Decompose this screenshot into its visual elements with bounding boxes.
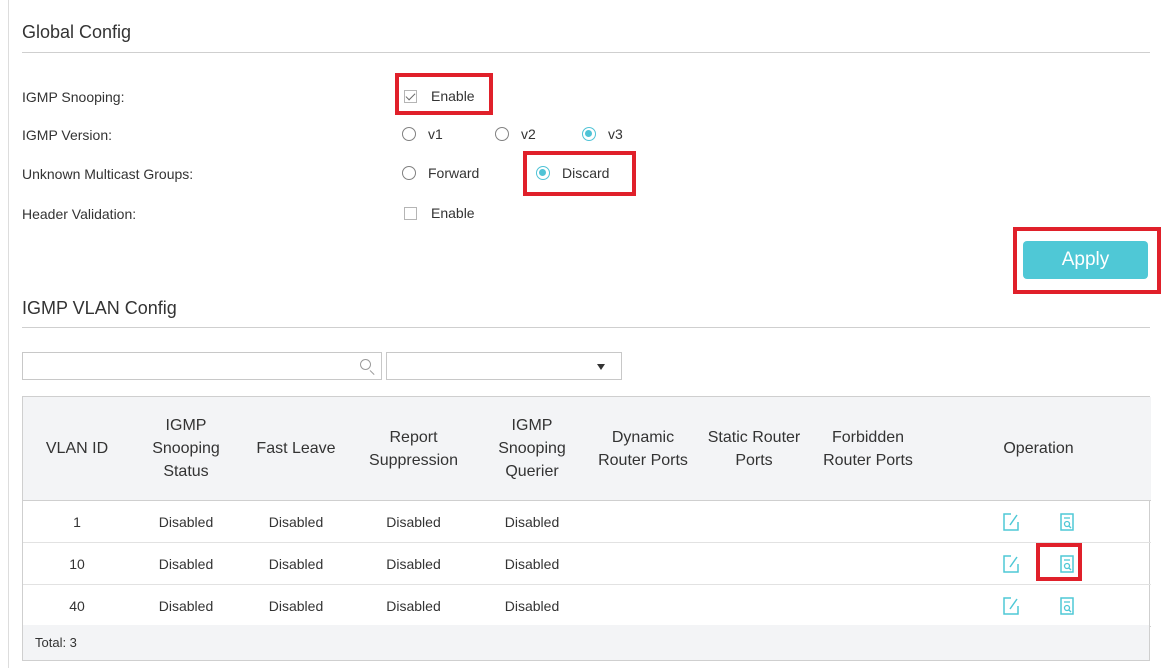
column-header-operation: Operation bbox=[926, 397, 1151, 501]
filter-select[interactable] bbox=[386, 352, 622, 380]
checkbox-checked-icon[interactable] bbox=[404, 89, 417, 103]
column-header-fast-leave: Fast Leave bbox=[241, 397, 351, 501]
column-header-querier: IGMP Snooping Querier bbox=[476, 397, 588, 501]
view-detail-icon[interactable] bbox=[1057, 512, 1077, 532]
table-header-row: VLAN ID IGMP Snooping Status Fast Leave … bbox=[23, 397, 1151, 501]
view-detail-icon[interactable] bbox=[1057, 554, 1077, 574]
vlan-id-cell: 40 bbox=[23, 584, 131, 627]
igmp-version-v2-radio[interactable]: v2 bbox=[495, 126, 536, 142]
divider bbox=[22, 327, 1150, 328]
divider bbox=[22, 52, 1150, 53]
search-input[interactable] bbox=[22, 352, 382, 380]
chevron-down-icon[interactable] bbox=[597, 364, 605, 370]
snooping-status-cell: Disabled bbox=[131, 584, 241, 627]
static-ports-cell bbox=[698, 584, 810, 627]
view-detail-icon[interactable] bbox=[1057, 596, 1077, 616]
snooping-status-cell: Disabled bbox=[131, 542, 241, 585]
vlan-id-cell: 10 bbox=[23, 542, 131, 585]
apply-button[interactable]: Apply bbox=[1023, 241, 1148, 279]
unknown-multicast-label: Unknown Multicast Groups: bbox=[22, 166, 194, 182]
radio-icon[interactable] bbox=[402, 166, 416, 180]
static-ports-cell bbox=[698, 542, 810, 585]
igmp-version-v3-radio[interactable]: v3 bbox=[582, 126, 623, 142]
igmp-version-v3-label: v3 bbox=[608, 126, 623, 142]
checkbox-unchecked-icon[interactable] bbox=[404, 206, 417, 220]
header-validation-label: Header Validation: bbox=[22, 206, 137, 222]
report-suppression-cell: Disabled bbox=[351, 500, 476, 543]
edit-icon[interactable] bbox=[1001, 512, 1021, 532]
vlan-table: VLAN ID IGMP Snooping Status Fast Leave … bbox=[22, 396, 1151, 661]
radio-selected-icon[interactable] bbox=[536, 166, 550, 180]
edit-icon[interactable] bbox=[1001, 596, 1021, 616]
fast-leave-cell: Disabled bbox=[241, 542, 351, 585]
igmp-snooping-enable-label: Enable bbox=[431, 88, 475, 104]
total-count: Total: 3 bbox=[35, 635, 77, 650]
igmp-version-v1-radio[interactable]: v1 bbox=[402, 126, 443, 142]
column-header-snooping-status: IGMP Snooping Status bbox=[131, 397, 241, 501]
report-suppression-cell: Disabled bbox=[351, 542, 476, 585]
column-header-dynamic-router-ports: Dynamic Router Ports bbox=[588, 397, 698, 501]
global-config-title: Global Config bbox=[22, 22, 132, 42]
search-icon[interactable] bbox=[360, 359, 371, 370]
fast-leave-cell: Disabled bbox=[241, 500, 351, 543]
igmp-version-v2-label: v2 bbox=[521, 126, 536, 142]
unknown-multicast-discard-radio[interactable]: Discard bbox=[536, 165, 609, 181]
radio-selected-icon[interactable] bbox=[582, 127, 596, 141]
operation-cell bbox=[926, 542, 1151, 585]
forbidden-ports-cell bbox=[810, 542, 926, 585]
snooping-status-cell: Disabled bbox=[131, 500, 241, 543]
unknown-multicast-forward-radio[interactable]: Forward bbox=[402, 165, 479, 181]
header-validation-enable-label: Enable bbox=[431, 205, 475, 221]
igmp-version-v1-label: v1 bbox=[428, 126, 443, 142]
operation-cell bbox=[926, 584, 1151, 627]
igmp-snooping-enable-checkbox[interactable]: Enable bbox=[404, 88, 475, 104]
table-row: 40 Disabled Disabled Disabled Disabled bbox=[23, 584, 1151, 627]
dynamic-ports-cell bbox=[588, 542, 698, 585]
column-header-vlan-id: VLAN ID bbox=[23, 397, 131, 501]
igmp-version-label: IGMP Version: bbox=[22, 127, 113, 143]
querier-cell: Disabled bbox=[476, 542, 588, 585]
column-header-report-suppression: Report Suppression bbox=[351, 397, 476, 501]
forbidden-ports-cell bbox=[810, 584, 926, 627]
igmp-snooping-label: IGMP Snooping: bbox=[22, 89, 125, 105]
dynamic-ports-cell bbox=[588, 500, 698, 543]
header-validation-enable-checkbox[interactable]: Enable bbox=[404, 205, 475, 221]
dynamic-ports-cell bbox=[588, 584, 698, 627]
column-header-static-router-ports: Static Router Ports bbox=[698, 397, 810, 501]
forward-label: Forward bbox=[428, 165, 480, 181]
table-row: 10 Disabled Disabled Disabled Disabled bbox=[23, 542, 1151, 585]
column-header-forbidden-router-ports: Forbidden Router Ports bbox=[810, 397, 926, 501]
forbidden-ports-cell bbox=[810, 500, 926, 543]
report-suppression-cell: Disabled bbox=[351, 584, 476, 627]
edit-icon[interactable] bbox=[1001, 554, 1021, 574]
igmp-vlan-config-title: IGMP VLAN Config bbox=[22, 298, 177, 318]
table-row: 1 Disabled Disabled Disabled Disabled bbox=[23, 500, 1151, 543]
static-ports-cell bbox=[698, 500, 810, 543]
vlan-id-cell: 1 bbox=[23, 500, 131, 543]
table-footer: Total: 3 bbox=[23, 625, 1149, 660]
frame-border bbox=[8, 0, 9, 668]
querier-cell: Disabled bbox=[476, 584, 588, 627]
fast-leave-cell: Disabled bbox=[241, 584, 351, 627]
operation-cell bbox=[926, 500, 1151, 543]
radio-icon[interactable] bbox=[402, 127, 416, 141]
querier-cell: Disabled bbox=[476, 500, 588, 543]
discard-label: Discard bbox=[562, 165, 610, 181]
radio-icon[interactable] bbox=[495, 127, 509, 141]
